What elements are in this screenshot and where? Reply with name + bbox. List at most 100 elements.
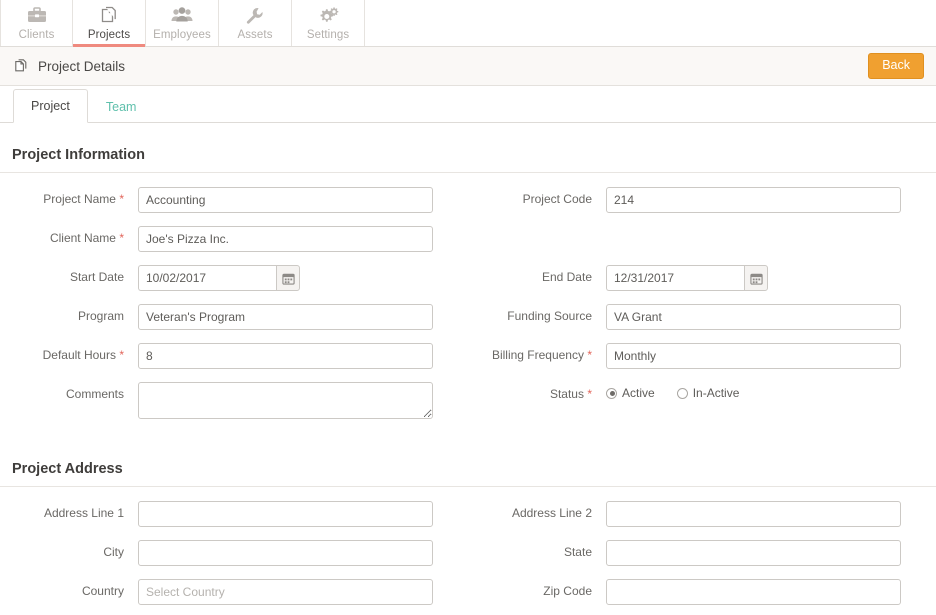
documents-icon bbox=[99, 4, 119, 26]
label-country: Country bbox=[81, 584, 124, 598]
funding-source-input[interactable] bbox=[606, 304, 901, 330]
page-header-bar: Project Details Back bbox=[0, 47, 936, 86]
form-row: Start Date End Date bbox=[0, 265, 936, 291]
tab-project[interactable]: Project bbox=[13, 89, 88, 123]
documents-icon bbox=[13, 58, 29, 74]
city-input[interactable] bbox=[138, 540, 433, 566]
people-icon bbox=[171, 4, 193, 26]
address-line-2-input[interactable] bbox=[606, 501, 901, 527]
radio-label-inactive: In-Active bbox=[692, 386, 740, 400]
radio-label-active: Active bbox=[622, 386, 655, 400]
program-input[interactable] bbox=[138, 304, 433, 330]
field-default-hours: Default Hours * bbox=[0, 343, 468, 369]
label-text: Client Name bbox=[49, 231, 116, 245]
field-status: Status * Active In-Active bbox=[468, 382, 936, 424]
label-program: Program bbox=[0, 304, 124, 324]
status-radio-group: Active In-Active bbox=[606, 382, 739, 400]
field-country: Country bbox=[0, 579, 468, 605]
field-billing-frequency: Billing Frequency * bbox=[468, 343, 936, 369]
field-project-name: Project Name * bbox=[0, 187, 468, 213]
label-default-hours: Default Hours * bbox=[0, 343, 124, 363]
gears-icon bbox=[318, 4, 339, 26]
field-client-name: Client Name * bbox=[0, 226, 468, 252]
label-end-date: End Date bbox=[468, 265, 592, 285]
comments-textarea[interactable] bbox=[138, 382, 433, 419]
nav-label-projects: Projects bbox=[87, 29, 131, 41]
nav-label-employees: Employees bbox=[153, 29, 211, 41]
label-text: Billing Frequency bbox=[491, 348, 584, 362]
radio-active-icon[interactable] bbox=[606, 387, 617, 399]
section-title-project-address: Project Address bbox=[0, 437, 936, 487]
field-project-code: Project Code bbox=[468, 187, 936, 213]
radio-inactive-icon[interactable] bbox=[676, 387, 688, 399]
calendar-icon[interactable] bbox=[276, 265, 300, 291]
field-funding-source: Funding Source bbox=[468, 304, 936, 330]
default-hours-input[interactable] bbox=[138, 343, 433, 369]
nav-label-clients: Clients bbox=[18, 29, 55, 41]
calendar-icon[interactable] bbox=[744, 265, 768, 291]
country-input[interactable] bbox=[138, 579, 433, 605]
label-text: Comments bbox=[65, 387, 124, 401]
form-row: Client Name * bbox=[0, 226, 936, 252]
label-text: Default Hours bbox=[42, 348, 116, 362]
field-city: City bbox=[0, 540, 468, 566]
form-row: Project Name * Project Code bbox=[0, 187, 936, 213]
label-funding-source: Funding Source bbox=[468, 304, 592, 324]
field-address-line-2: Address Line 2 bbox=[468, 501, 936, 527]
field-end-date: End Date bbox=[468, 265, 936, 291]
label-address-line-2: Address Line 2 bbox=[511, 506, 592, 520]
nav-label-settings: Settings bbox=[306, 29, 350, 41]
client-name-input[interactable] bbox=[138, 226, 433, 252]
label-client-name: Client Name * bbox=[0, 226, 124, 246]
top-navigation: Clients Projects Employees Assets Settin… bbox=[0, 0, 936, 47]
label-comments: Comments bbox=[0, 382, 124, 402]
end-date-group bbox=[606, 265, 768, 291]
label-text: Funding Source bbox=[507, 309, 592, 323]
briefcase-icon bbox=[27, 4, 47, 26]
form-body: Project Information Project Name * Proje… bbox=[0, 123, 936, 605]
label-text: End Date bbox=[541, 270, 592, 284]
sub-tabs: Project Team bbox=[0, 86, 936, 123]
state-input[interactable] bbox=[606, 540, 901, 566]
label-text: Status bbox=[549, 387, 584, 401]
nav-item-employees[interactable]: Employees bbox=[146, 0, 219, 46]
nav-item-projects[interactable]: Projects bbox=[73, 0, 146, 47]
project-name-input[interactable] bbox=[138, 187, 433, 213]
section-title-project-information: Project Information bbox=[0, 123, 936, 173]
form-row: Address Line 1 Address Line 2 bbox=[0, 501, 936, 527]
field-start-date: Start Date bbox=[0, 265, 468, 291]
address-line-1-input[interactable] bbox=[138, 501, 433, 527]
billing-frequency-input[interactable] bbox=[606, 343, 901, 369]
label-address-line-1: Address Line 1 bbox=[43, 506, 124, 520]
label-project-code: Project Code bbox=[468, 187, 592, 207]
tab-team[interactable]: Team bbox=[88, 90, 155, 123]
zip-code-input[interactable] bbox=[606, 579, 901, 605]
form-row: Program Funding Source bbox=[0, 304, 936, 330]
form-row: City State bbox=[0, 540, 936, 566]
nav-label-assets: Assets bbox=[237, 29, 273, 41]
start-date-group bbox=[138, 265, 300, 291]
back-button[interactable]: Back bbox=[868, 53, 924, 79]
end-date-input[interactable] bbox=[606, 265, 744, 291]
label-start-date: Start Date bbox=[0, 265, 124, 285]
project-address-rows: Address Line 1 Address Line 2 City State… bbox=[0, 487, 936, 605]
nav-item-assets[interactable]: Assets bbox=[219, 0, 292, 46]
field-zip-code: Zip Code bbox=[468, 579, 936, 605]
label-status: Status * bbox=[468, 382, 592, 402]
radio-option-active[interactable]: Active bbox=[606, 386, 655, 400]
nav-item-clients[interactable]: Clients bbox=[0, 0, 73, 46]
project-code-input[interactable] bbox=[606, 187, 901, 213]
field-spacer bbox=[468, 226, 936, 252]
field-comments: Comments bbox=[0, 382, 468, 424]
form-row: Default Hours * Billing Frequency * bbox=[0, 343, 936, 369]
form-row: Country Zip Code bbox=[0, 579, 936, 605]
nav-item-settings[interactable]: Settings bbox=[292, 0, 365, 46]
label-state: State bbox=[563, 545, 592, 559]
label-billing-frequency: Billing Frequency * bbox=[468, 343, 592, 363]
label-text: Project Code bbox=[522, 192, 592, 206]
project-information-rows: Project Name * Project Code Client Name … bbox=[0, 173, 936, 424]
label-text: Start Date bbox=[69, 270, 124, 284]
page-title: Project Details bbox=[38, 58, 126, 74]
radio-option-inactive[interactable]: In-Active bbox=[676, 386, 740, 400]
start-date-input[interactable] bbox=[138, 265, 276, 291]
